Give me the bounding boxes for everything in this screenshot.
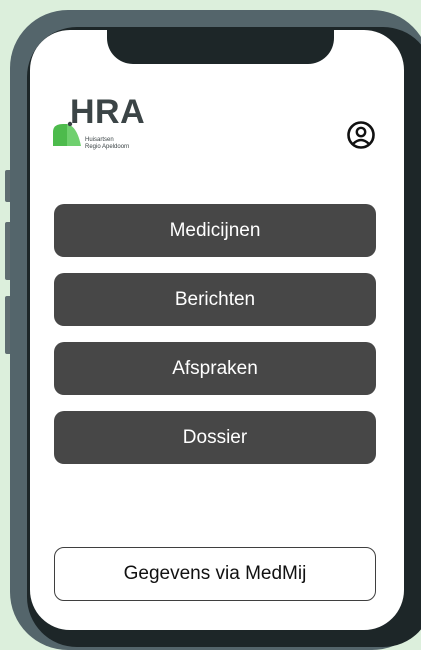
berichten-button[interactable]: Berichten xyxy=(54,273,376,326)
medicijnen-button[interactable]: Medicijnen xyxy=(54,204,376,257)
logo-subtitle: Huisartsen Regio Apeldoorn xyxy=(85,137,129,151)
user-circle-icon[interactable] xyxy=(346,120,376,150)
logo-title: HRA xyxy=(70,93,146,131)
logo-subtitle-line1: Huisartsen xyxy=(85,137,114,143)
phone-notch xyxy=(107,30,334,64)
logo-subtitle-line2: Regio Apeldoorn xyxy=(85,144,130,150)
app-screen: HRA Huisartsen Regio Apeldoorn Medicijne… xyxy=(30,30,404,630)
medmij-button[interactable]: Gegevens via MedMij xyxy=(54,547,376,601)
hra-logo: HRA Huisartsen Regio Apeldoorn xyxy=(53,94,153,154)
dossier-button[interactable]: Dossier xyxy=(54,411,376,464)
afspraken-button[interactable]: Afspraken xyxy=(54,342,376,395)
